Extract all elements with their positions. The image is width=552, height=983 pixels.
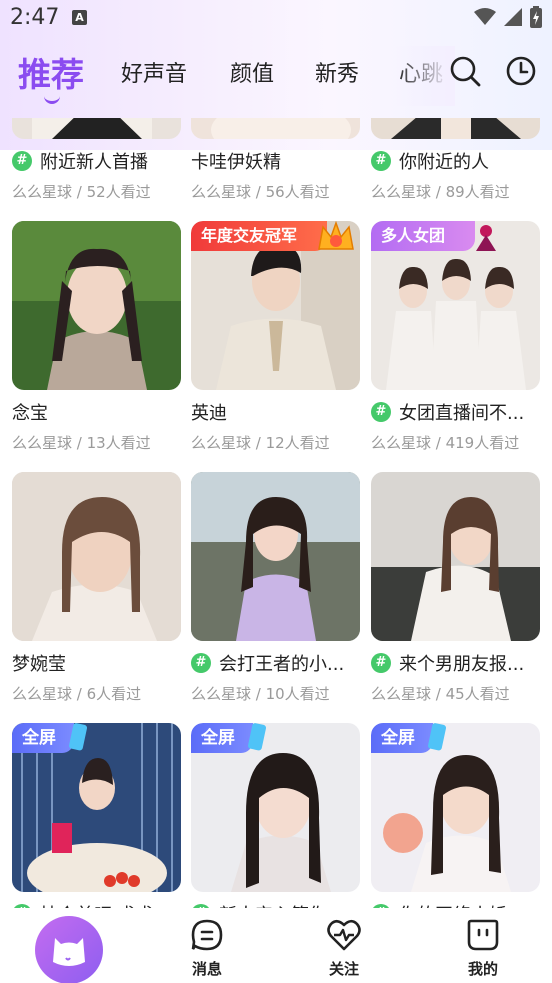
fullscreen-phone-icon — [69, 723, 88, 751]
tab-good-voice[interactable]: 好声音 — [121, 56, 187, 88]
card-viewers: 么么星球 / 12人看过 — [191, 434, 330, 452]
topic-hash-icon: # — [191, 653, 211, 673]
live-card[interactable]: 梦婉莹 么么星球 / 6人看过 — [12, 472, 181, 704]
heart-pulse-icon — [327, 919, 361, 951]
tab-active-indicator — [44, 96, 60, 104]
tab-recommend[interactable]: 推荐 — [18, 48, 84, 96]
nav-home-button[interactable] — [35, 916, 103, 983]
live-card[interactable]: # 你附近的人 么么星球 / 89人看过 — [371, 118, 540, 202]
topic-hash-icon: # — [371, 151, 391, 171]
nav-label: 关注 — [328, 960, 359, 978]
card-title: 英迪 — [191, 403, 227, 424]
card-thumbnail: 全屏 — [12, 723, 181, 892]
badge-fullscreen: 全屏 — [12, 723, 74, 753]
live-card[interactable]: 多人女团 # 女团直播间不... 么么星球 / 419人看过 — [371, 221, 540, 453]
card-thumbnail — [191, 118, 360, 139]
profile-face-icon — [467, 919, 499, 951]
card-viewers: 么么星球 / 13人看过 — [12, 434, 151, 452]
card-title: 附近新人首播 — [40, 152, 148, 173]
live-card[interactable]: # 附近新人首播 么么星球 / 52人看过 — [12, 118, 181, 202]
card-viewers: 么么星球 / 52人看过 — [12, 183, 151, 201]
card-thumbnail — [12, 221, 181, 390]
card-title: 来个男朋友报... — [399, 654, 525, 675]
live-card[interactable]: 念宝 么么星球 / 13人看过 — [12, 221, 181, 453]
card-thumbnail: 全屏 — [191, 723, 360, 892]
champion-crown-icon — [318, 221, 354, 250]
girl-group-deco-icon — [476, 225, 496, 251]
nav-messages[interactable]: 消息 — [177, 918, 237, 979]
badge-champion: 年度交友冠军 — [191, 221, 328, 251]
tab-newcomer[interactable]: 新秀 — [315, 56, 359, 88]
tab-fade — [395, 46, 455, 106]
card-viewers: 么么星球 / 10人看过 — [191, 685, 330, 703]
live-card[interactable]: # 会打王者的小... 么么星球 / 10人看过 — [191, 472, 360, 704]
live-card[interactable]: 全屏 #你的网络小娇 — [371, 723, 540, 918]
live-card[interactable]: # 来个男朋友报... 么么星球 / 45人看过 — [371, 472, 540, 704]
home-cat-icon — [53, 938, 85, 966]
status-icons — [474, 6, 542, 28]
battery-icon — [530, 6, 542, 28]
history-clock-icon[interactable] — [505, 55, 537, 87]
live-card[interactable]: 全屏 #新人安心等你 — [191, 723, 360, 918]
badge-girl-group: 多人女团 — [371, 221, 476, 251]
card-thumbnail — [12, 118, 181, 139]
card-viewers: 么么星球 / 6人看过 — [12, 685, 142, 703]
card-viewers: 么么星球 / 45人看过 — [371, 685, 510, 703]
card-title: 卡哇伊妖精 — [191, 152, 281, 173]
nav-follow[interactable]: 关注 — [314, 918, 374, 979]
card-title: 梦婉莹 — [12, 654, 66, 675]
topic-hash-icon: # — [12, 151, 32, 171]
card-thumbnail: 多人女团 — [371, 221, 540, 390]
notification-app-icon: A — [72, 10, 87, 25]
status-bar: 2:47 A — [0, 0, 552, 36]
card-thumbnail: 全屏 — [371, 723, 540, 892]
card-viewers: 么么星球 / 419人看过 — [371, 434, 520, 452]
live-card[interactable]: 全屏 #扶个首吧 求求 — [12, 723, 181, 918]
fullscreen-phone-icon — [428, 723, 447, 751]
card-title: 女团直播间不... — [399, 403, 525, 424]
badge-fullscreen: 全屏 — [191, 723, 253, 753]
card-thumbnail — [191, 472, 360, 641]
card-thumbnail — [371, 118, 540, 139]
nav-profile[interactable]: 我的 — [453, 918, 513, 979]
status-time: 2:47 — [10, 5, 60, 30]
card-viewers: 么么星球 / 56人看过 — [191, 183, 330, 201]
card-title: 念宝 — [12, 403, 48, 424]
bottom-navigation: 消息 关注 我的 — [0, 908, 552, 983]
fullscreen-phone-icon — [248, 723, 267, 751]
live-room-grid: # 附近新人首播 么么星球 / 52人看过 卡哇伊妖精 么么星球 / 56人看过 … — [0, 118, 552, 918]
card-title: 你附近的人 — [399, 152, 489, 173]
search-icon[interactable] — [449, 55, 481, 87]
nav-label: 我的 — [467, 960, 498, 978]
card-thumbnail — [371, 472, 540, 641]
topic-hash-icon: # — [371, 402, 391, 422]
topic-hash-icon: # — [371, 653, 391, 673]
signal-icon — [504, 8, 522, 26]
nav-label: 消息 — [191, 960, 222, 978]
wifi-icon — [474, 8, 496, 25]
message-icon — [191, 919, 223, 951]
card-title: 会打王者的小... — [219, 654, 345, 675]
tab-looks[interactable]: 颜值 — [230, 56, 274, 88]
card-thumbnail — [12, 472, 181, 641]
card-thumbnail: 年度交友冠军 — [191, 221, 360, 390]
badge-fullscreen: 全屏 — [371, 723, 433, 753]
live-card[interactable]: 卡哇伊妖精 么么星球 / 56人看过 — [191, 118, 360, 202]
live-card[interactable]: 年度交友冠军 英迪 么么星球 / 12人看过 — [191, 221, 360, 453]
card-viewers: 么么星球 / 89人看过 — [371, 183, 510, 201]
